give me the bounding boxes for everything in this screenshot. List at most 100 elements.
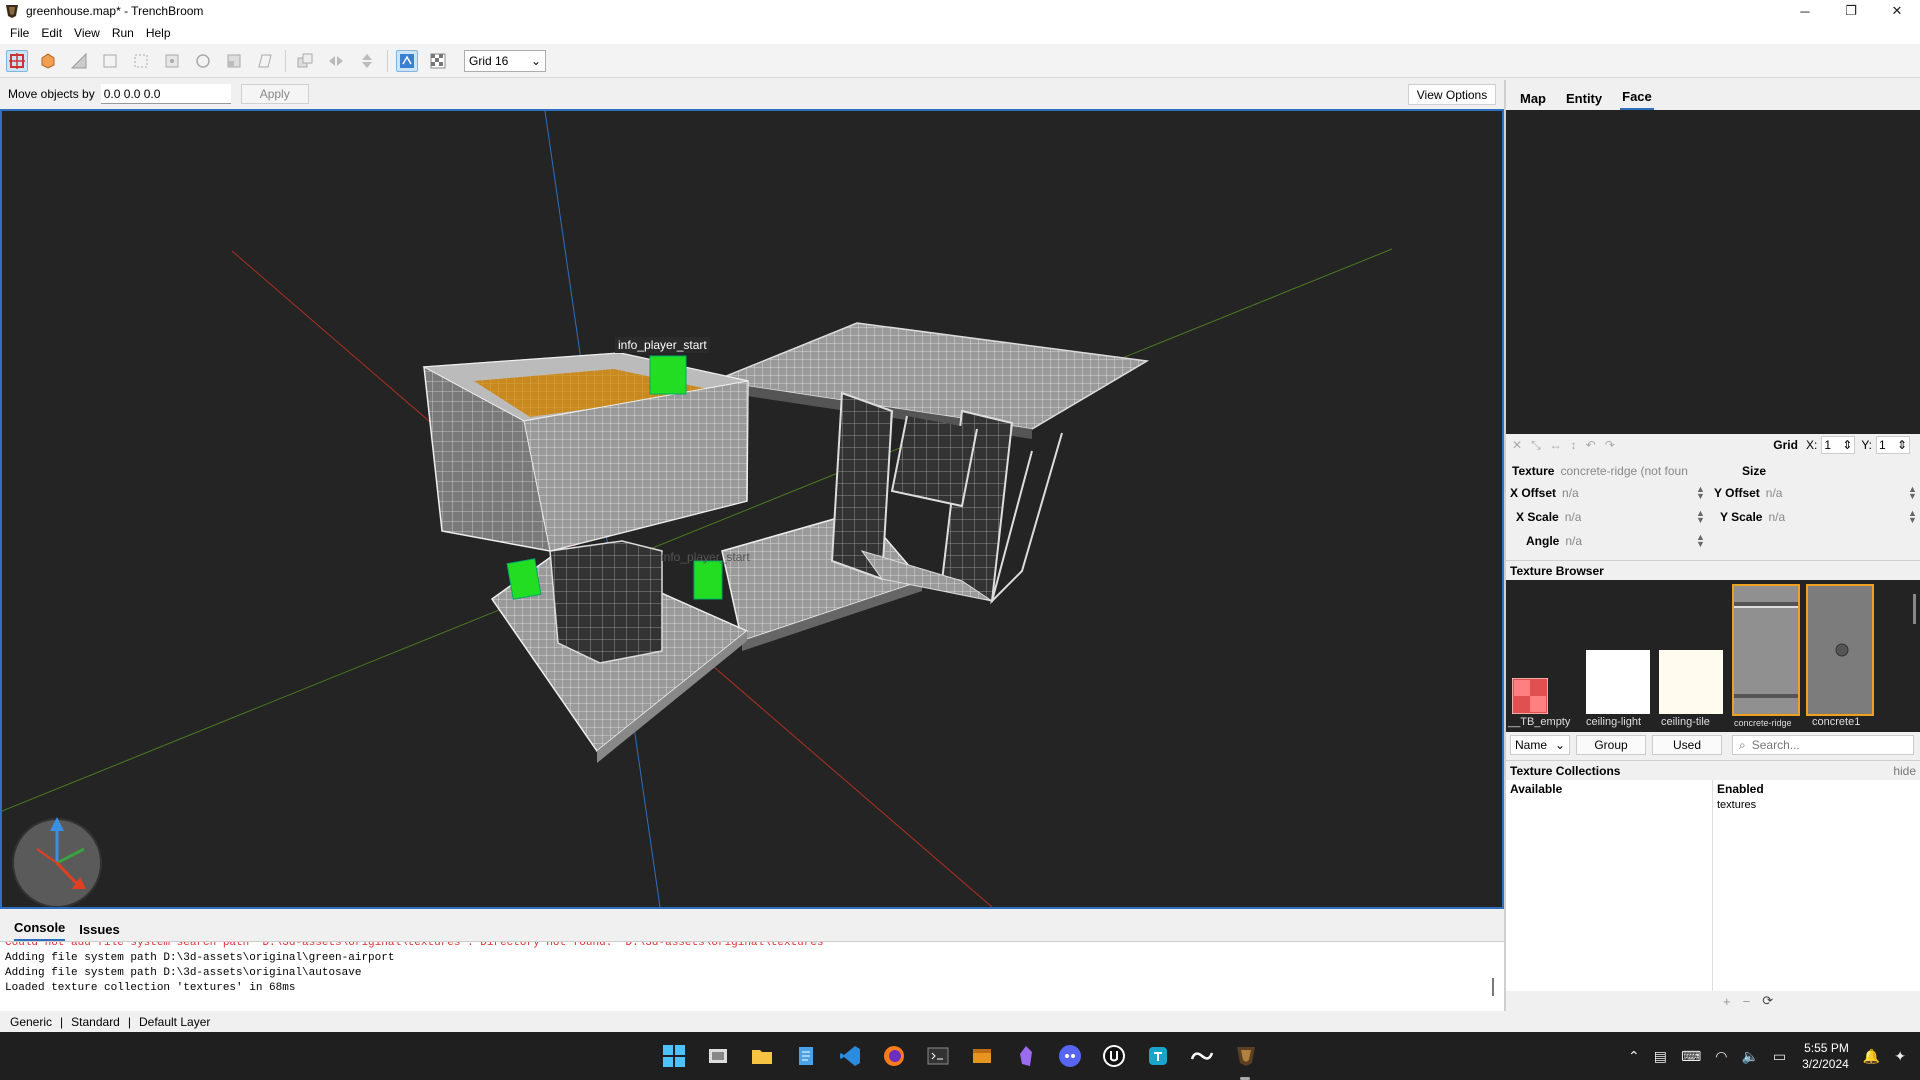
keyboard-icon[interactable]: ⌨	[1681, 1048, 1701, 1065]
face-tool-icon[interactable]	[161, 50, 183, 72]
trenchbroom-taskbar-icon[interactable]	[1233, 1043, 1259, 1069]
blender-icon[interactable]	[969, 1043, 995, 1069]
uv-grid-y-spinner[interactable]: 1 ⇕	[1876, 436, 1910, 454]
texture-sort-select[interactable]: Name ⌄	[1510, 735, 1570, 755]
terminal-icon[interactable]	[925, 1043, 951, 1069]
flip-vertical-icon[interactable]	[356, 50, 378, 72]
chevron-up-icon[interactable]: ⌃	[1628, 1048, 1640, 1065]
uv-editor-view[interactable]	[1506, 110, 1920, 434]
task-view-icon[interactable]	[705, 1043, 731, 1069]
x-scale-row[interactable]: X Scale n/a	[1516, 510, 1581, 524]
flip-u-icon[interactable]: ↔	[1550, 438, 1562, 452]
available-collections-list[interactable]: Available	[1506, 780, 1713, 991]
menu-edit[interactable]: Edit	[35, 22, 68, 44]
texture-tile-concrete1[interactable]	[1806, 584, 1874, 716]
device-icon[interactable]: ▤	[1654, 1048, 1667, 1065]
copilot-icon[interactable]: ✦	[1894, 1048, 1906, 1065]
rotate-cw-icon[interactable]: ↷	[1605, 438, 1615, 452]
volume-icon[interactable]: 🔈	[1741, 1048, 1758, 1065]
move-objects-input[interactable]	[100, 84, 231, 104]
edge-tool-icon[interactable]	[130, 50, 152, 72]
uv-grid-x-spinner[interactable]: 1 ⇕	[1821, 436, 1856, 454]
add-icon[interactable]: +	[1723, 994, 1731, 1009]
angle-row[interactable]: Angle n/a	[1526, 534, 1582, 548]
texture-tile-ceiling-tile[interactable]	[1659, 650, 1723, 714]
notification-bell-icon[interactable]: 🔔	[1863, 1048, 1880, 1065]
texture-search-input[interactable]: ⌕ Search...	[1732, 735, 1914, 755]
tab-issues[interactable]: Issues	[79, 922, 119, 941]
spinner-arrows-icon[interactable]: ▲ ▼	[1908, 485, 1917, 501]
x-offset-value[interactable]: n/a	[1562, 486, 1579, 500]
meta-icon[interactable]	[1189, 1043, 1215, 1069]
tab-map[interactable]: Map	[1518, 91, 1548, 110]
reset-uv-alignment-icon[interactable]: ⤡	[1531, 438, 1541, 453]
reload-icon[interactable]: ⟳	[1762, 993, 1773, 1009]
hide-link[interactable]: hide	[1893, 764, 1916, 778]
enabled-collections-list[interactable]: Enabled textures	[1713, 780, 1920, 991]
uv-lock-icon[interactable]	[427, 50, 449, 72]
console-scrollbar[interactable]	[1492, 978, 1494, 996]
spinner-arrows-icon[interactable]: ▲ ▼	[1696, 485, 1705, 501]
unreal-engine-icon[interactable]	[1101, 1043, 1127, 1069]
rotate-ccw-icon[interactable]: ↶	[1586, 438, 1596, 452]
texture-grid-scrollbar[interactable]	[1913, 594, 1916, 624]
angle-value[interactable]: n/a	[1565, 534, 1582, 548]
maximize-button[interactable]: ❐	[1828, 0, 1874, 22]
spinner-arrows-icon[interactable]: ▲ ▼	[1696, 533, 1705, 549]
y-scale-row[interactable]: Y Scale n/a	[1720, 510, 1785, 524]
used-button[interactable]: Used	[1652, 735, 1722, 755]
shear-tool-icon[interactable]	[254, 50, 276, 72]
reset-uv-icon[interactable]: ✕	[1512, 438, 1522, 452]
tab-face[interactable]: Face	[1620, 89, 1654, 110]
clock[interactable]: 5:55 PM 3/2/2024	[1802, 1040, 1849, 1072]
console-output[interactable]: Could not add file system search path 'D…	[0, 941, 1504, 1011]
y-offset-value[interactable]: n/a	[1766, 486, 1783, 500]
minimize-button[interactable]: ─	[1782, 0, 1828, 22]
brush-tool-icon[interactable]	[37, 50, 59, 72]
x-offset-row[interactable]: X Offset n/a	[1510, 486, 1579, 500]
wifi-icon[interactable]: ◠	[1715, 1048, 1727, 1065]
texture-grid[interactable]: __TB_empty ceiling-light ceiling-tile co…	[1506, 580, 1920, 732]
texture-tile-ceiling-light[interactable]	[1586, 650, 1650, 714]
spinner-arrows-icon[interactable]: ▲ ▼	[1696, 509, 1705, 525]
firefox-icon[interactable]	[881, 1043, 907, 1069]
texture-tile-concrete-ridge[interactable]	[1732, 584, 1800, 716]
file-explorer-icon[interactable]	[749, 1043, 775, 1069]
discord-icon[interactable]	[1057, 1043, 1083, 1069]
tab-entity[interactable]: Entity	[1564, 91, 1604, 110]
texture-tile-tb-empty[interactable]	[1511, 677, 1549, 715]
y-offset-row[interactable]: Y Offset n/a	[1714, 486, 1782, 500]
flip-v-icon[interactable]: ↕	[1571, 438, 1577, 452]
move-tool-icon[interactable]	[6, 49, 28, 72]
menu-run[interactable]: Run	[106, 22, 140, 44]
close-button[interactable]: ✕	[1874, 0, 1920, 22]
scale-tool-icon[interactable]	[223, 50, 245, 72]
app-icon-teal[interactable]	[1145, 1043, 1171, 1069]
menu-file[interactable]: File	[4, 22, 35, 44]
clip-tool-icon[interactable]	[68, 50, 90, 72]
list-item[interactable]: textures	[1717, 799, 1916, 811]
tab-console[interactable]: Console	[14, 920, 66, 941]
duplicate-icon[interactable]	[294, 50, 316, 72]
remove-icon[interactable]: −	[1743, 994, 1751, 1009]
obsidian-icon[interactable]	[1013, 1043, 1039, 1069]
windows-start-icon[interactable]	[661, 1043, 687, 1069]
move-objects-label: Move objects by	[8, 87, 95, 101]
notepad-icon[interactable]	[793, 1043, 819, 1069]
rotate-tool-icon[interactable]	[192, 50, 214, 72]
grid-size-select[interactable]: Grid 16 ⌄	[464, 49, 546, 72]
spinner-arrows-icon[interactable]: ▲ ▼	[1908, 509, 1917, 525]
flip-horizontal-icon[interactable]	[325, 50, 347, 72]
3d-viewport[interactable]: info_player_start info_player_start	[0, 109, 1504, 909]
group-button[interactable]: Group	[1576, 735, 1646, 755]
view-options-button[interactable]: View Options	[1408, 84, 1496, 105]
texture-lock-icon[interactable]	[396, 49, 418, 72]
y-scale-value[interactable]: n/a	[1768, 510, 1785, 524]
apply-button[interactable]: Apply	[240, 84, 309, 104]
battery-icon[interactable]: ▭	[1773, 1048, 1786, 1065]
menu-help[interactable]: Help	[140, 22, 177, 44]
menu-view[interactable]: View	[68, 22, 106, 44]
vscode-icon[interactable]	[837, 1043, 863, 1069]
x-scale-value[interactable]: n/a	[1565, 510, 1582, 524]
vertex-tool-icon[interactable]	[99, 50, 121, 72]
